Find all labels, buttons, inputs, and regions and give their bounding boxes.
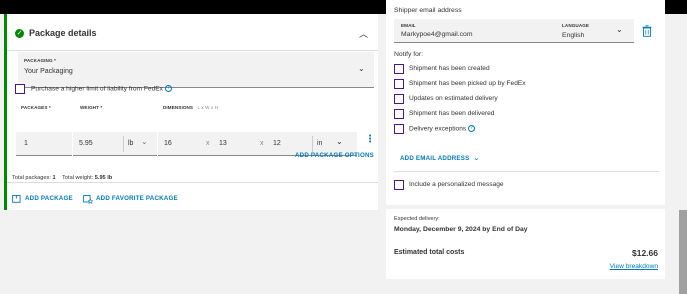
notify-created-checkbox[interactable] (394, 64, 404, 74)
dim-unit[interactable]: in (317, 140, 322, 147)
language-value: English (562, 32, 585, 39)
shipper-email-heading: Shipper email address (394, 7, 462, 14)
kebab-icon[interactable]: ⋮ (365, 135, 375, 145)
info-icon[interactable]: ? (164, 85, 172, 92)
packaging-select[interactable]: PACKAGING * Your Packaging ⌄ (18, 52, 374, 88)
personalized-message-label: Include a personalized message (409, 181, 504, 188)
divider (7, 50, 378, 51)
expected-delivery-value: Monday, December 9, 2024 by End of Day (394, 226, 528, 233)
notify-picked-up-checkbox[interactable] (394, 79, 404, 89)
add-email-address-link[interactable]: ADD EMAIL ADDRESS ⌄ (400, 154, 479, 162)
chevron-up-icon[interactable]: ︿ (359, 27, 368, 40)
add-email-address-label: ADD EMAIL ADDRESS (400, 155, 470, 162)
dimensions-label-text: DIMENSIONS (163, 105, 194, 110)
dim-height[interactable]: 12 (273, 140, 281, 147)
add-package-label: ADD PACKAGE (25, 195, 73, 202)
weight-unit[interactable]: lb (128, 140, 133, 147)
notifications-card: Shipper email address EMAIL Markypoe4@gm… (386, 0, 665, 205)
dimensions-hint: L x W x H (197, 105, 219, 110)
weight-label: WEIGHT * (80, 105, 103, 110)
packages-label: PACKAGES * (21, 105, 51, 110)
notify-picked-up-label: Shipment has been picked up by FedEx (409, 80, 526, 87)
dim-length[interactable]: 16 (164, 140, 172, 147)
liability-checkbox[interactable] (15, 84, 25, 94)
notify-exceptions-checkbox[interactable] (394, 124, 404, 134)
notify-exceptions-row: Delivery exceptions? (409, 125, 476, 133)
dim-separator: x (206, 140, 210, 147)
language-select[interactable]: LANGUAGE English ⌄ (555, 19, 634, 43)
chevron-down-icon: ⌄ (473, 154, 480, 162)
chevron-down-icon: ⌄ (616, 25, 623, 34)
notify-created-label: Shipment has been created (409, 65, 490, 72)
packaging-value: Your Packaging (24, 68, 73, 75)
view-breakdown-link[interactable]: View breakdown (610, 263, 658, 270)
weight-value: 5.95 (79, 140, 93, 147)
notify-estimated-checkbox[interactable] (394, 94, 404, 104)
chevron-down-icon: ⌄ (358, 64, 365, 73)
liability-row: Purchase a higher limit of liability fro… (31, 85, 172, 92)
weight-input[interactable]: 5.95 lb ⌄ (73, 132, 157, 156)
email-label: EMAIL (401, 23, 416, 28)
info-icon[interactable]: ? (468, 125, 476, 132)
packages-input[interactable]: 1 (16, 132, 72, 156)
dimensions-label: DIMENSIONS L x W x H (163, 105, 218, 110)
add-package-options-link[interactable]: ADD PACKAGE OPTIONS (295, 152, 374, 159)
chevron-down-icon: ⌄ (336, 137, 343, 146)
chevron-down-icon: ⌄ (141, 137, 148, 146)
total-packages-label: Total packages: (12, 175, 51, 181)
total-weight-label: Total weight: (62, 175, 94, 181)
language-label: LANGUAGE (562, 23, 590, 28)
package-details-card: ✓ Package details ︿ PACKAGING * Your Pac… (4, 14, 378, 210)
total-packages-value: 1 (52, 175, 56, 181)
trash-icon[interactable] (642, 25, 652, 37)
expected-delivery-label: Expected delivery: (394, 216, 440, 222)
packaging-label: PACKAGING * (24, 58, 56, 63)
notify-estimated-label: Updates on estimated delivery (409, 95, 498, 102)
divider (123, 136, 124, 152)
favorite-package-icon (83, 195, 93, 204)
total-weight-value: 5.95 lb (94, 175, 113, 181)
notify-for-label: Notify for: (394, 51, 424, 58)
notify-delivered-label: Shipment has been delivered (409, 110, 495, 117)
notify-delivered-checkbox[interactable] (394, 109, 404, 119)
check-circle-icon: ✓ (15, 29, 24, 38)
personalized-message-checkbox[interactable] (394, 180, 404, 190)
package-icon (12, 195, 21, 203)
estimated-total-value: $12.66 (632, 248, 658, 258)
dim-width[interactable]: 13 (219, 140, 227, 147)
scrollbar[interactable] (679, 210, 687, 294)
totals-row: Total packages: 1 Total weight: 5.95 lb (12, 175, 112, 181)
notify-exceptions-label: Delivery exceptions (409, 125, 467, 133)
divider (7, 182, 378, 183)
cost-summary-card: Expected delivery: Monday, December 9, 2… (386, 209, 665, 279)
dim-separator: x (260, 140, 264, 147)
add-favorite-package-label: ADD FAVORITE PACKAGE (96, 195, 178, 202)
liability-label: Purchase a higher limit of liability fro… (31, 85, 163, 93)
estimated-total-label: Estimated total costs (394, 249, 465, 256)
divider (394, 171, 659, 172)
packages-value: 1 (24, 140, 28, 147)
package-details-title: Package details (29, 28, 97, 38)
divider (312, 136, 313, 152)
package-details-header[interactable]: ✓ Package details ︿ (7, 14, 378, 50)
email-value: Markypoe4@gmail.com (401, 31, 473, 38)
